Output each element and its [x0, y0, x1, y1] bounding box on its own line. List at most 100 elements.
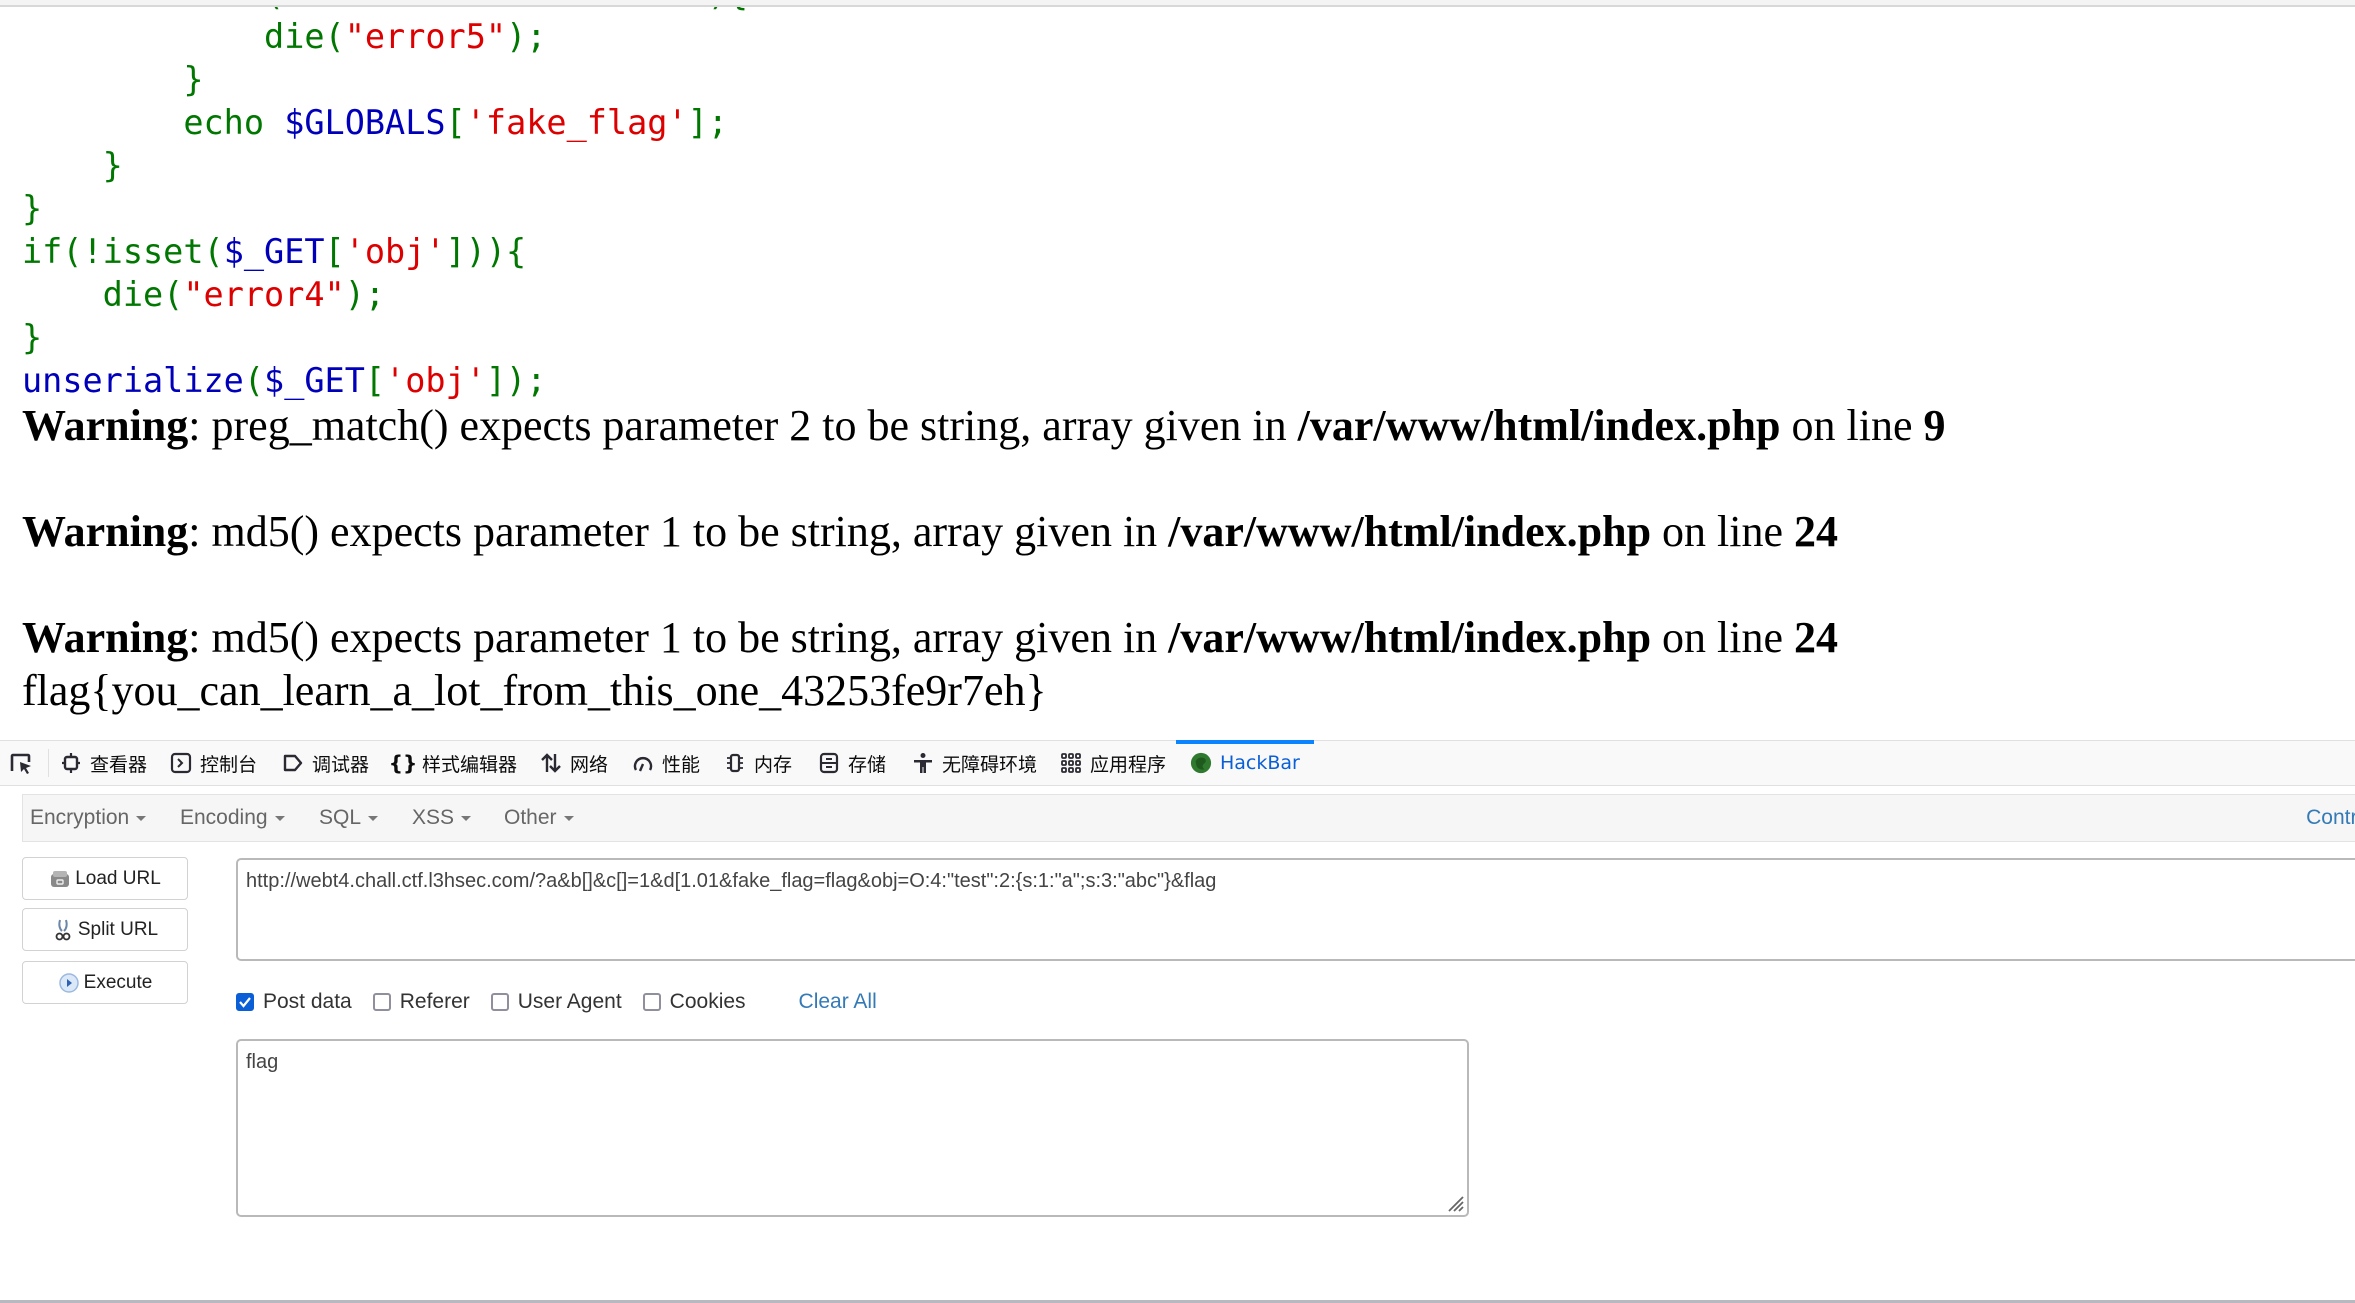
menu-sql[interactable]: SQL	[319, 795, 379, 841]
scissors-icon	[52, 919, 74, 941]
tab-application[interactable]: 应用程序	[1060, 741, 1166, 785]
code-token: 'obj'	[385, 361, 486, 400]
contribute-link[interactable]: Contribute	[2306, 795, 2355, 841]
menu-other[interactable]: Other	[504, 795, 574, 841]
tab-console[interactable]: 控制台	[170, 741, 257, 785]
code-token: ];	[687, 103, 728, 142]
url-input[interactable]: http://webt4.chall.ctf.l3hsec.com/?a&b[]…	[236, 858, 2355, 961]
code-token: 'obj'	[344, 232, 446, 271]
user-agent-checkbox[interactable]	[490, 993, 509, 1011]
tab-style-editor[interactable]: {} 样式编辑器	[388, 741, 517, 785]
clear-all-link[interactable]: Clear All	[799, 990, 877, 1014]
application-icon	[1060, 752, 1082, 774]
code-token: );	[344, 275, 386, 314]
referer-checkbox[interactable]	[372, 993, 391, 1011]
play-icon	[58, 972, 80, 994]
tab-hackbar[interactable]: HackBar	[1176, 740, 1314, 785]
code-token: $GLOBALS	[284, 103, 446, 142]
code-token: $_GET	[223, 232, 325, 271]
menu-encryption[interactable]: Encryption	[30, 795, 147, 841]
code-line: ( ){	[22, 7, 748, 15]
performance-icon	[632, 752, 654, 774]
load-url-button[interactable]: Load URL	[22, 857, 188, 900]
php-output: Warning: preg_match() expects parameter …	[22, 399, 1946, 717]
warning-message: Warning: preg_match() expects parameter …	[22, 401, 1946, 450]
split-url-button[interactable]: Split URL	[22, 908, 188, 951]
menu-xss[interactable]: XSS	[412, 795, 472, 841]
php-source-code: ( ){ die("error5"); } echo $GLOBALS['fak…	[22, 7, 748, 402]
code-token: die(	[22, 17, 345, 56]
user-agent-option[interactable]: User Agent	[490, 990, 622, 1014]
code-token: }	[22, 189, 43, 228]
code-line: }	[22, 187, 748, 230]
caret-down-icon	[368, 815, 379, 821]
flag-output: flag{you_can_learn_a_lot_from_this_one_4…	[22, 666, 1047, 715]
caret-down-icon	[461, 815, 472, 821]
hackbar-menu-bar: Encryption Encoding SQL XSS Other Contri…	[22, 794, 2355, 842]
viewport-top-border	[0, 0, 2355, 7]
network-icon	[540, 752, 562, 774]
console-icon	[170, 752, 192, 774]
style-editor-icon: {}	[388, 751, 418, 775]
code-token: }	[22, 60, 204, 99]
code-token: if(!isset(	[22, 232, 224, 271]
code-token: }	[22, 318, 43, 357]
code-token: "error4"	[183, 275, 345, 314]
caret-down-icon	[136, 815, 147, 821]
caret-down-icon	[563, 815, 574, 821]
code-line: }	[22, 144, 748, 187]
toolbar-separator	[48, 749, 49, 777]
code-line: die("error5");	[22, 15, 748, 58]
code-token: );	[506, 17, 547, 56]
code-line: }	[22, 58, 748, 101]
code-token: [	[445, 103, 466, 142]
accessibility-icon	[912, 752, 934, 774]
code-token: "error5"	[344, 17, 507, 56]
devtools-toolbar: 查看器 控制台 调试器 {} 样式编辑器 网络 性能 内存 存储 无障碍环境 应…	[0, 740, 2355, 786]
menu-encoding[interactable]: Encoding	[180, 795, 285, 841]
inspector-icon	[60, 752, 82, 774]
code-token: ]);	[485, 361, 547, 400]
load-url-icon	[49, 868, 71, 890]
caret-down-icon	[274, 815, 285, 821]
code-token: 'fake_flag'	[465, 103, 688, 142]
warning-message: Warning: md5() expects parameter 1 to be…	[22, 613, 1839, 662]
tab-accessibility[interactable]: 无障碍环境	[912, 741, 1037, 785]
page-content: ( ){ die("error5"); } echo $GLOBALS['fak…	[0, 7, 2355, 740]
request-options: Post data Referer User Agent Cookies Cle…	[236, 985, 877, 1019]
code-token: ])){	[445, 232, 527, 271]
execute-button[interactable]: Execute	[22, 961, 188, 1004]
referer-option[interactable]: Referer	[372, 990, 470, 1014]
code-token: $_GET	[264, 361, 365, 400]
code-line: echo $GLOBALS['fake_flag'];	[22, 101, 748, 144]
code-token: }	[22, 146, 123, 185]
storage-icon	[818, 752, 840, 774]
code-token: die(	[22, 275, 184, 314]
code-token: unserialize	[22, 361, 244, 400]
debugger-icon	[282, 752, 304, 774]
code-line: }	[22, 316, 748, 359]
tab-memory[interactable]: 内存	[724, 741, 792, 785]
resize-grip-icon[interactable]	[1443, 1191, 1465, 1213]
code-token: echo	[22, 103, 285, 142]
post-data-input[interactable]: flag	[236, 1039, 1469, 1217]
code-token: ){	[708, 7, 748, 13]
cookies-checkbox[interactable]	[642, 993, 661, 1011]
element-picker-icon[interactable]	[8, 751, 34, 777]
code-token: [	[364, 361, 386, 400]
code-line: unserialize($_GET['obj']);	[22, 359, 748, 402]
code-token: [	[324, 232, 345, 271]
tab-debugger[interactable]: 调试器	[282, 741, 369, 785]
tab-network[interactable]: 网络	[540, 741, 608, 785]
tab-performance[interactable]: 性能	[632, 741, 700, 785]
memory-icon	[724, 752, 746, 774]
hackbar-icon	[1190, 752, 1212, 774]
post-data-checkbox[interactable]	[236, 993, 254, 1011]
cookies-option[interactable]: Cookies	[642, 990, 746, 1014]
code-line: die("error4");	[22, 273, 748, 316]
code-token: (	[22, 7, 284, 13]
tab-inspector[interactable]: 查看器	[60, 741, 147, 785]
tab-storage[interactable]: 存储	[818, 741, 886, 785]
post-data-option[interactable]: Post data	[236, 990, 352, 1014]
